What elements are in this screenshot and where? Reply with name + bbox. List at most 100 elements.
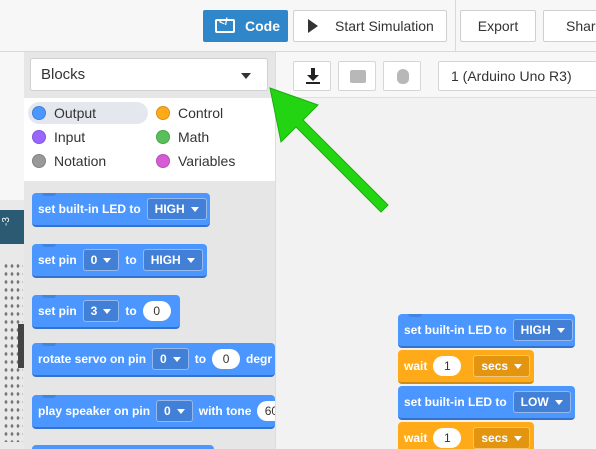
download-code-button[interactable] — [293, 61, 331, 91]
category-label: Notation — [54, 153, 107, 169]
block-notch — [408, 314, 422, 317]
chevron-down-icon — [554, 399, 563, 405]
chevron-down-icon — [514, 363, 523, 369]
share-label: Share — [566, 18, 596, 34]
share-button[interactable]: Share — [543, 10, 596, 42]
category-label: Math — [178, 129, 210, 145]
block-text: set pin — [38, 304, 77, 318]
pin-dropdown[interactable]: 0 — [152, 348, 189, 370]
block-set-pin-digital[interactable]: set pin 0 to HIGH — [32, 244, 207, 278]
block-text: wait — [404, 359, 428, 373]
dropdown-value: HIGH — [154, 202, 185, 216]
start-simulation-label: Start Simulation — [335, 18, 434, 34]
dropdown-value: 0 — [160, 352, 167, 366]
category-label: Control — [178, 105, 224, 121]
toolbar-divider — [455, 0, 456, 52]
pin-dropdown[interactable]: 3 — [82, 300, 120, 322]
start-simulation-button[interactable]: Start Simulation — [293, 10, 447, 42]
board-label: -3 — [0, 217, 12, 226]
category-label: Output — [54, 105, 97, 121]
block-set-pin-analog[interactable]: set pin 3 to 0 — [32, 295, 180, 329]
variables-color-dot — [156, 154, 170, 168]
block-text: wait — [404, 431, 428, 445]
block-notch — [42, 193, 56, 196]
block-text: degr — [246, 352, 273, 366]
control-color-dot — [156, 106, 170, 120]
unit-dropdown[interactable]: secs — [473, 355, 531, 377]
debugger-button[interactable] — [383, 61, 421, 91]
category-output[interactable]: Output — [28, 102, 148, 124]
notation-color-dot — [32, 154, 46, 168]
wait-input[interactable]: 1 — [433, 428, 462, 448]
play-icon — [308, 19, 318, 33]
script-wait-2[interactable]: wait 1 secs — [398, 422, 534, 449]
block-notch — [42, 244, 56, 247]
editor-mode-dropdown[interactable]: Blocks — [30, 58, 268, 91]
category-math[interactable]: Math — [152, 126, 209, 148]
pin-dropdown[interactable]: 0 — [82, 249, 120, 271]
block-text: to — [194, 352, 207, 366]
block-set-builtin-led[interactable]: set built-in LED to HIGH — [32, 193, 210, 227]
bug-icon — [397, 69, 409, 84]
dropdown-value: 3 — [90, 304, 98, 318]
tinkercad-code-editor: Code Start Simulation Export Share -3 Bl… — [0, 0, 596, 449]
code-button-label: Code — [245, 18, 280, 34]
dropdown-value: HIGH — [520, 323, 551, 337]
top-toolbar: Code Start Simulation Export Share — [0, 0, 596, 52]
chevron-down-icon — [556, 327, 565, 333]
category-control[interactable]: Control — [152, 102, 223, 124]
state-dropdown[interactable]: HIGH — [512, 319, 573, 341]
export-button[interactable]: Export — [460, 10, 536, 42]
workspace-toolbar: 1 (Arduino Uno R3) — [276, 52, 596, 98]
script-wait-1[interactable]: wait 1 secs — [398, 350, 534, 384]
device-label: 1 (Arduino Uno R3) — [451, 68, 572, 84]
block-text: to — [125, 304, 137, 318]
category-variables[interactable]: Variables — [152, 150, 235, 172]
chevron-down-icon — [514, 435, 523, 441]
block-play-speaker[interactable]: play speaker on pin 0 with tone 60 — [32, 395, 275, 429]
serial-monitor-button[interactable] — [338, 61, 376, 91]
arduino-board — [0, 210, 24, 244]
chevron-down-icon — [241, 73, 251, 79]
input-color-dot — [32, 130, 46, 144]
chevron-down-icon — [172, 356, 181, 362]
category-notation[interactable]: Notation — [28, 150, 106, 172]
wait-input[interactable]: 1 — [433, 356, 462, 376]
chevron-down-icon — [103, 308, 112, 314]
tone-input[interactable]: 60 — [257, 401, 275, 421]
dropdown-value: LOW — [520, 395, 549, 409]
block-text: set pin — [38, 253, 77, 267]
block-notch — [42, 295, 56, 298]
device-selector[interactable]: 1 (Arduino Uno R3) — [438, 61, 596, 91]
category-input[interactable]: Input — [28, 126, 85, 148]
state-dropdown[interactable]: LOW — [512, 391, 571, 413]
block-partial[interactable] — [32, 445, 214, 449]
angle-input[interactable]: 0 — [212, 349, 241, 369]
export-label: Export — [477, 18, 519, 34]
state-dropdown[interactable]: HIGH — [146, 198, 207, 220]
download-arrow-head — [307, 75, 319, 81]
code-workspace[interactable]: 1 (Arduino Uno R3) set built-in LED to H… — [275, 52, 596, 449]
chevron-down-icon — [176, 408, 185, 414]
state-dropdown[interactable]: HIGH — [142, 249, 203, 271]
code-button[interactable]: Code — [203, 10, 288, 42]
value-input[interactable]: 0 — [142, 301, 171, 321]
block-text: set built-in LED to — [38, 202, 141, 216]
unit-dropdown[interactable]: secs — [473, 427, 531, 449]
math-color-dot — [156, 130, 170, 144]
chevron-down-icon — [190, 206, 199, 212]
blocks-panel: Blocks Output Control Input Math Notatio… — [24, 52, 275, 449]
block-text: to — [125, 253, 137, 267]
block-notch — [42, 343, 56, 346]
pin-dropdown[interactable]: 0 — [156, 400, 193, 422]
script-set-builtin-led-low[interactable]: set built-in LED to LOW — [398, 386, 575, 420]
block-notch — [42, 395, 56, 398]
category-label: Variables — [178, 153, 236, 169]
dropdown-value: HIGH — [150, 253, 181, 267]
dropdown-value: secs — [481, 359, 509, 373]
block-text: set built-in LED to — [404, 395, 507, 409]
script-set-builtin-led-high[interactable]: set built-in LED to HIGH — [398, 314, 575, 348]
code-icon — [215, 17, 235, 33]
circuit-canvas[interactable]: -3 — [0, 52, 24, 449]
block-rotate-servo[interactable]: rotate servo on pin 0 to 0 degr — [32, 343, 275, 377]
